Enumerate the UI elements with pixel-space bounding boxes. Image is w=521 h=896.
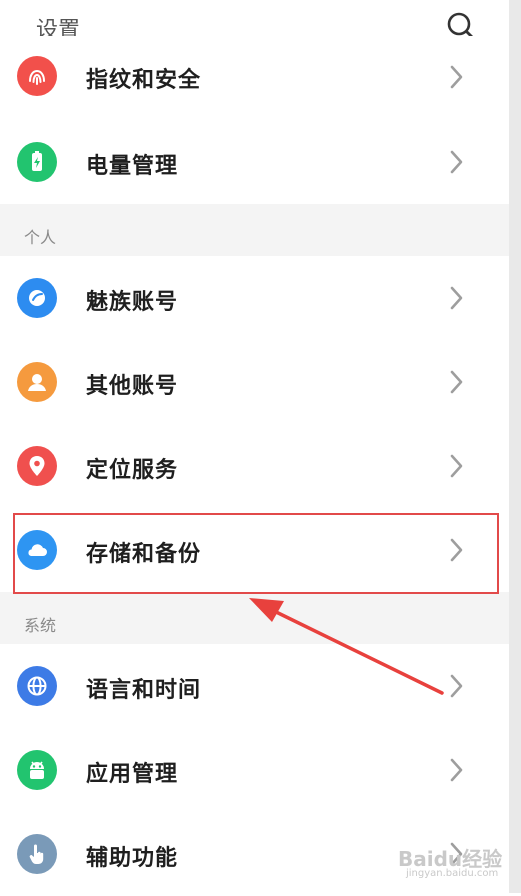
settings-item-label: 应用管理 bbox=[86, 762, 179, 787]
globe-icon bbox=[17, 666, 57, 706]
scroll-edge bbox=[509, 0, 521, 893]
chevron-right-icon bbox=[450, 758, 463, 782]
android-icon bbox=[17, 750, 57, 790]
fingerprint-icon bbox=[17, 56, 57, 96]
settings-item-meizu-account[interactable]: 魅族账号 bbox=[0, 256, 509, 340]
person-icon bbox=[17, 362, 57, 402]
chevron-right-icon bbox=[450, 150, 463, 174]
chevron-right-icon bbox=[450, 286, 463, 310]
settings-item-language-time[interactable]: 语言和时间 bbox=[0, 644, 509, 728]
settings-item-other-accounts[interactable]: 其他账号 bbox=[0, 340, 509, 424]
settings-item-label: 魅族账号 bbox=[86, 290, 179, 315]
section-header-system: 系统 bbox=[0, 592, 509, 644]
settings-item-fingerprint[interactable]: 指纹和安全 bbox=[0, 36, 509, 120]
chevron-right-icon bbox=[450, 65, 463, 89]
battery-icon bbox=[17, 142, 57, 182]
chevron-right-icon bbox=[450, 674, 463, 698]
section-title: 系统 bbox=[24, 616, 57, 635]
section-header-personal: 个人 bbox=[0, 204, 509, 256]
highlight-box bbox=[13, 513, 499, 594]
settings-item-location[interactable]: 定位服务 bbox=[0, 424, 509, 508]
settings-item-app-management[interactable]: 应用管理 bbox=[0, 728, 509, 812]
watermark-url: jingyan.baidu.com bbox=[406, 868, 499, 879]
settings-item-label: 语言和时间 bbox=[86, 678, 202, 703]
settings-item-battery[interactable]: 电量管理 bbox=[0, 120, 509, 204]
meizu-account-icon bbox=[17, 278, 57, 318]
location-pin-icon bbox=[17, 446, 57, 486]
settings-item-label: 指纹和安全 bbox=[86, 68, 202, 93]
settings-item-label: 定位服务 bbox=[86, 458, 179, 483]
settings-item-label: 辅助功能 bbox=[86, 846, 179, 871]
section-title: 个人 bbox=[24, 228, 57, 247]
chevron-right-icon bbox=[450, 454, 463, 478]
hand-icon bbox=[17, 834, 57, 874]
settings-item-label: 电量管理 bbox=[86, 154, 179, 179]
chevron-right-icon bbox=[450, 370, 463, 394]
settings-item-label: 其他账号 bbox=[86, 374, 179, 399]
